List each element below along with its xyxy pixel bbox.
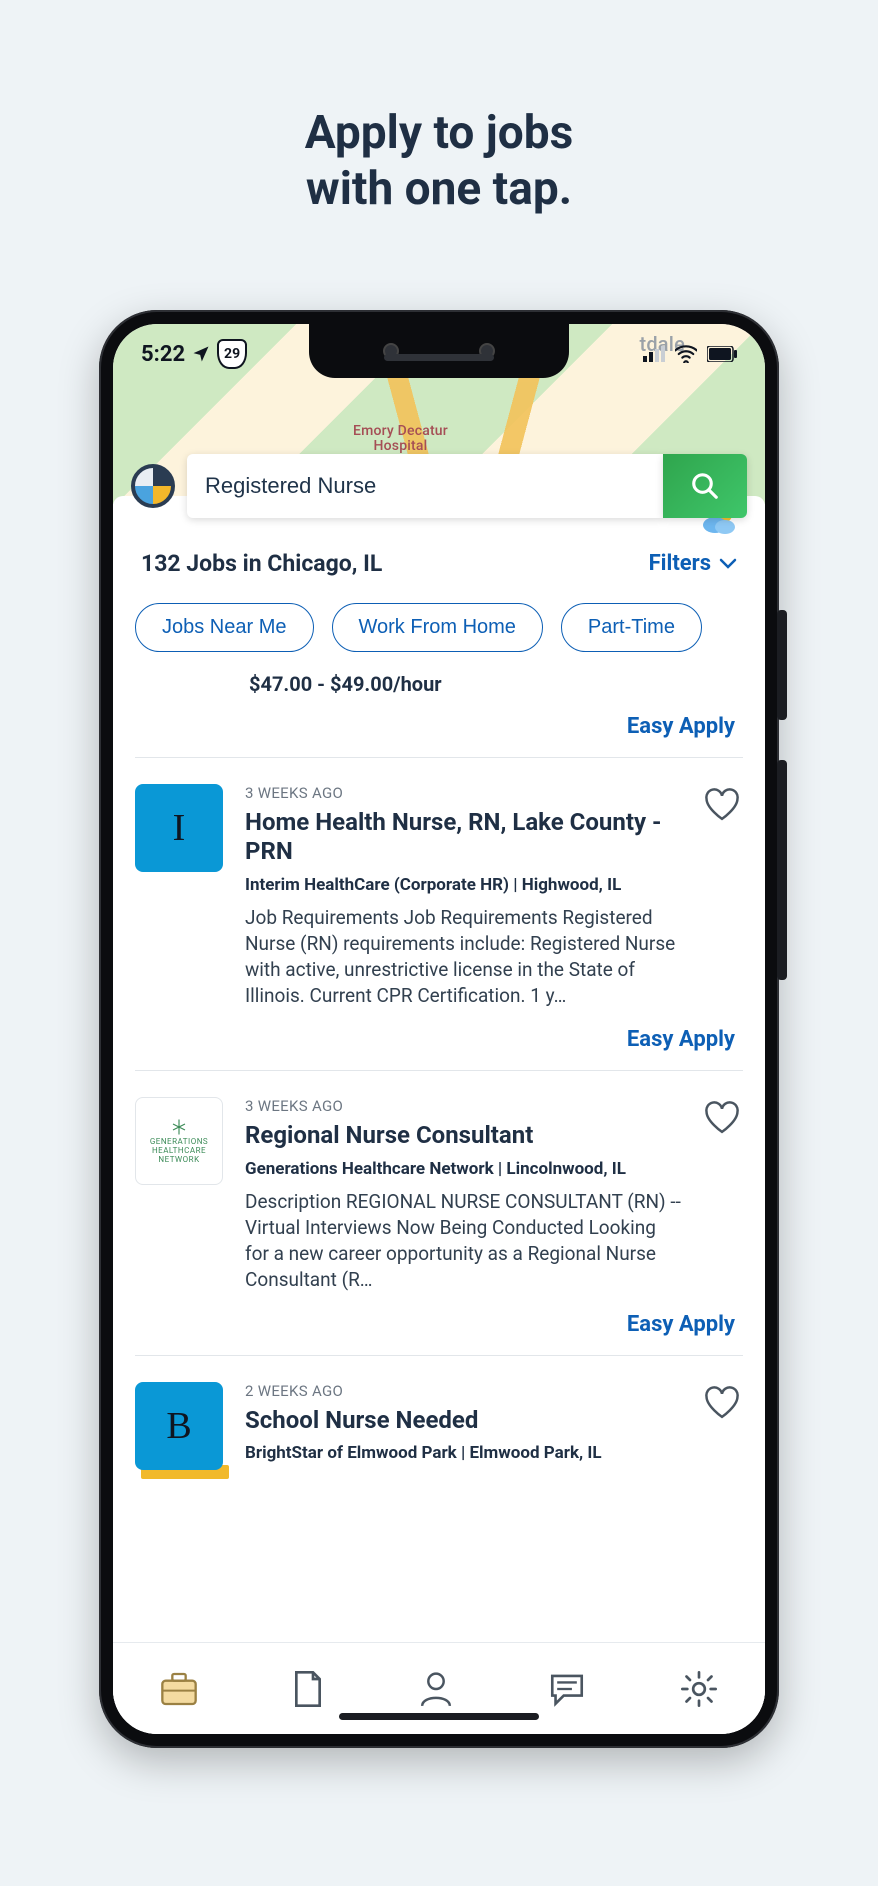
phone-side-button (777, 760, 787, 980)
nav-profile[interactable] (417, 1669, 455, 1709)
search-icon (690, 471, 720, 501)
nav-documents[interactable] (291, 1669, 325, 1709)
company-logo: GENERATIONS HEALTHCARE NETWORK (135, 1097, 223, 1185)
filters-label: Filters (649, 551, 711, 576)
favorite-button[interactable] (703, 1101, 743, 1293)
filters-button[interactable]: Filters (649, 551, 737, 576)
map-hospital-label: Emory Decatur Hospital (353, 424, 448, 455)
results-header: 132 Jobs in Chicago, IL Filters (113, 536, 765, 587)
company-logo: I (135, 784, 223, 872)
route-shield: 29 (217, 339, 247, 369)
job-card[interactable]: B 2 WEEKS AGO School Nurse Needed Bright… (135, 1356, 743, 1493)
posted-ago: 3 WEEKS AGO (245, 1097, 681, 1115)
profile-icon (417, 1669, 455, 1709)
marketing-headline: Apply to jobs with one tap. (0, 0, 878, 217)
chat-icon (547, 1671, 587, 1707)
chip-work-from-home[interactable]: Work From Home (332, 603, 543, 652)
filter-chips: Jobs Near Me Work From Home Part-Time (113, 587, 765, 660)
headline-line1: Apply to jobs (305, 106, 574, 160)
chip-jobs-near-me[interactable]: Jobs Near Me (135, 603, 314, 652)
posted-ago: 3 WEEKS AGO (245, 784, 681, 802)
search-input[interactable] (187, 454, 663, 518)
briefcase-icon (159, 1670, 199, 1708)
easy-apply-link[interactable]: Easy Apply (135, 696, 743, 757)
favorite-button[interactable] (703, 1386, 743, 1473)
job-pay-range: $47.00 - $49.00/hour (135, 672, 743, 696)
nav-messages[interactable] (547, 1671, 587, 1707)
phone-frame: 5:22 29 tdale Emory Decatur Hospital (99, 310, 779, 1748)
results-sheet: 132 Jobs in Chicago, IL Filters Jobs Nea… (113, 496, 765, 1734)
results-count: 132 Jobs in Chicago, IL (141, 550, 382, 577)
favorite-button[interactable] (703, 788, 743, 1009)
job-description: Description REGIONAL NURSE CONSULTANT (R… (245, 1189, 681, 1294)
job-card[interactable]: GENERATIONS HEALTHCARE NETWORK 3 WEEKS A… (135, 1071, 743, 1293)
job-company-location: BrightStar of Elmwood Park | Elmwood Par… (245, 1443, 681, 1463)
nav-jobs[interactable] (159, 1670, 199, 1708)
home-indicator (339, 1713, 539, 1720)
heart-icon (703, 1101, 741, 1135)
search-button[interactable] (663, 454, 747, 518)
brand-logo-icon[interactable] (131, 464, 175, 508)
phone-notch (309, 324, 569, 378)
cell-signal-icon (643, 346, 665, 362)
chip-part-time[interactable]: Part-Time (561, 603, 702, 652)
easy-apply-link[interactable]: Easy Apply (135, 1009, 743, 1070)
bottom-nav (113, 1642, 765, 1734)
status-time: 5:22 (141, 342, 185, 367)
company-logo: B (135, 1382, 223, 1470)
job-company-location: Generations Healthcare Network | Lincoln… (245, 1159, 681, 1179)
nav-settings[interactable] (679, 1669, 719, 1709)
posted-ago: 2 WEEKS AGO (245, 1382, 681, 1400)
job-title: Regional Nurse Consultant (245, 1121, 681, 1150)
job-company-location: Interim HealthCare (Corporate HR) | High… (245, 875, 681, 895)
document-icon (291, 1669, 325, 1709)
heart-icon (703, 1386, 741, 1420)
phone-side-button (777, 610, 787, 720)
headline-line2: with one tap. (306, 162, 572, 216)
job-card[interactable]: I 3 WEEKS AGO Home Health Nurse, RN, Lak… (135, 758, 743, 1009)
results-list[interactable]: $47.00 - $49.00/hour Easy Apply I 3 WEEK… (113, 660, 765, 1734)
job-description: Job Requirements Job Requirements Regist… (245, 905, 681, 1010)
easy-apply-link[interactable]: Easy Apply (135, 1294, 743, 1355)
gear-icon (679, 1669, 719, 1709)
phone-screen: 5:22 29 tdale Emory Decatur Hospital (113, 324, 765, 1734)
heart-icon (703, 788, 741, 822)
battery-icon (707, 346, 737, 362)
job-title: Home Health Nurse, RN, Lake County - PRN (245, 808, 681, 867)
search-bar (131, 452, 747, 520)
job-title: School Nurse Needed (245, 1406, 681, 1435)
chevron-down-icon (719, 558, 737, 570)
wifi-icon (675, 345, 697, 363)
location-arrow-icon (191, 344, 211, 364)
